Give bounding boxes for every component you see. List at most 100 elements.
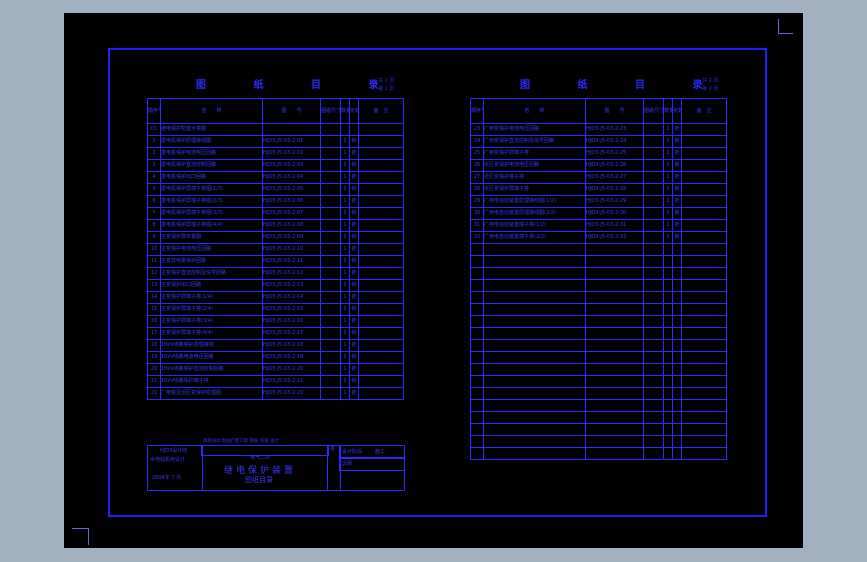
table-cell [585,255,644,268]
table-cell [681,243,727,256]
table-row: 3 发电机保护直流控制回路 HJD3-J5-03-2-03 1 新 [147,159,404,172]
table-cell: 新 [672,207,682,220]
table-row: 18 10kV线路保护原理接线 HJD3-J5-03-2-18 1 新 [147,339,404,352]
table-cell: 主变保护电流电压回路 [160,243,263,256]
table-cell [681,327,727,340]
table-cell: HJD3-J5-03-2-21 [262,375,321,388]
table-row: 25 厂用变保护屏端子排 HJD3-J5-03-2-25 1 新 [470,147,727,160]
table-cell [320,303,341,316]
table-cell: HJD3-J5-03-2-25 [585,147,644,160]
table-cell: HJD3-J5-03-2-16 [262,315,321,328]
table-cell [681,255,727,268]
table-cell: 厂用变保护直流控制及信号回路 [483,135,586,148]
table-cell: 新 [672,159,682,172]
table-cell [470,351,484,364]
table-cell: 发电机保护出口回路 [160,171,263,184]
table-cell [681,387,727,400]
table-cell [585,243,644,256]
table-cell: 主变保护屏端子排(1/4) [160,291,263,304]
table-cell [320,147,341,160]
table-cell [672,447,682,460]
column-header: 备 注 [681,98,727,124]
table-cell [320,339,341,352]
table-cell [643,159,664,172]
table-cell: 10kV线路保护原理接线 [160,339,263,352]
table-cell: 新 [349,303,359,316]
table-cell: HJD3-J5-03-2-22 [262,387,321,400]
table-cell [643,219,664,232]
table-row: 21 10kV线路保护端子排 HJD3-J5-03-2-21 1 新 [147,375,404,388]
column-header: 顺序号 [147,98,161,124]
table-cell [663,291,673,304]
table-row-empty [470,255,727,268]
table-cell [585,363,644,376]
table-cell: 19 [147,351,161,364]
table-cell: 发电机保护屏端子排图(3/3) [160,207,263,220]
table-cell [585,339,644,352]
table-cell: 18 [147,339,161,352]
table-cell: 厂用电自动装置端子排(1/2) [483,219,586,232]
table-cell [663,339,673,352]
table-cell [681,351,727,364]
table-cell: HJD3-J5-03-2-09 [262,231,321,244]
table-cell: 新 [349,387,359,400]
table-cell: 1 [340,363,350,376]
column-header: 图纸尺寸 [643,98,664,124]
table-cell: HJD3-J5-03-2-20 [262,363,321,376]
table-cell [470,399,484,412]
table-cell [358,291,404,304]
titleblock-stage-label: 设计阶段 [342,449,363,455]
table-cell [643,411,664,424]
table-cell [643,351,664,364]
table-cell [681,399,727,412]
table-cell [643,375,664,388]
table-cell: 3 [147,159,161,172]
table-cell: 新 [349,219,359,232]
table-cell: 1 [340,279,350,292]
table-cell: 4 [147,171,161,184]
table-cell: HJD3-J5-03-2-03 [262,159,321,172]
table-row: 23 厂用变保护电流电压回路 HJD3-J5-03-2-23 1 新 [470,123,727,136]
table-row-empty [470,315,727,328]
table-row: 9 主变保护屏布置图 HJD3-J5-03-2-09 1 新 [147,231,404,244]
table-cell [681,171,727,184]
table-cell [681,279,727,292]
table-cell: 新 [349,207,359,220]
table-cell: 新 [672,231,682,244]
table-cell [672,315,682,328]
table-row-empty [470,279,727,292]
table-cell: 新 [349,135,359,148]
table-cell [320,123,341,136]
table-cell: 1 [340,267,350,280]
table-cell: 10kV线路保护端子排 [160,375,263,388]
table-cell [358,219,404,232]
table-cell [681,231,727,244]
table-cell: 主变保护屏端子排(2/4) [160,303,263,316]
table-cell [470,291,484,304]
table-cell [585,375,644,388]
table-cell [470,327,484,340]
table-cell: 1 [340,375,350,388]
table-cell: 新 [349,195,359,208]
table-row: 28 近区变保护屏端子排 HJD3-J5-03-2-28 1 新 [470,183,727,196]
table-cell: 1 [147,135,161,148]
table-cell [585,303,644,316]
table-cell [483,435,586,448]
table-cell: 发电机保护屏端子排图(4/4) [160,219,263,232]
table-cell: 1 [340,171,350,184]
table-cell: 发电机保护屏端子排图(1/3) [160,183,263,196]
table-cell: HJD3-J5-03-2-01 [262,135,321,148]
table-cell [643,447,664,460]
table-cell [320,291,341,304]
table-cell [470,315,484,328]
table-cell: 新 [672,183,682,196]
table-row-empty [470,447,727,460]
table-cell [585,315,644,328]
column-header: 张数 [672,98,682,124]
table-cell [672,303,682,316]
table-cell: 1 [340,243,350,256]
table-cell [320,243,341,256]
table-row-empty [470,363,727,376]
table-cell: 新 [672,171,682,184]
table-cell: 1 [340,387,350,400]
